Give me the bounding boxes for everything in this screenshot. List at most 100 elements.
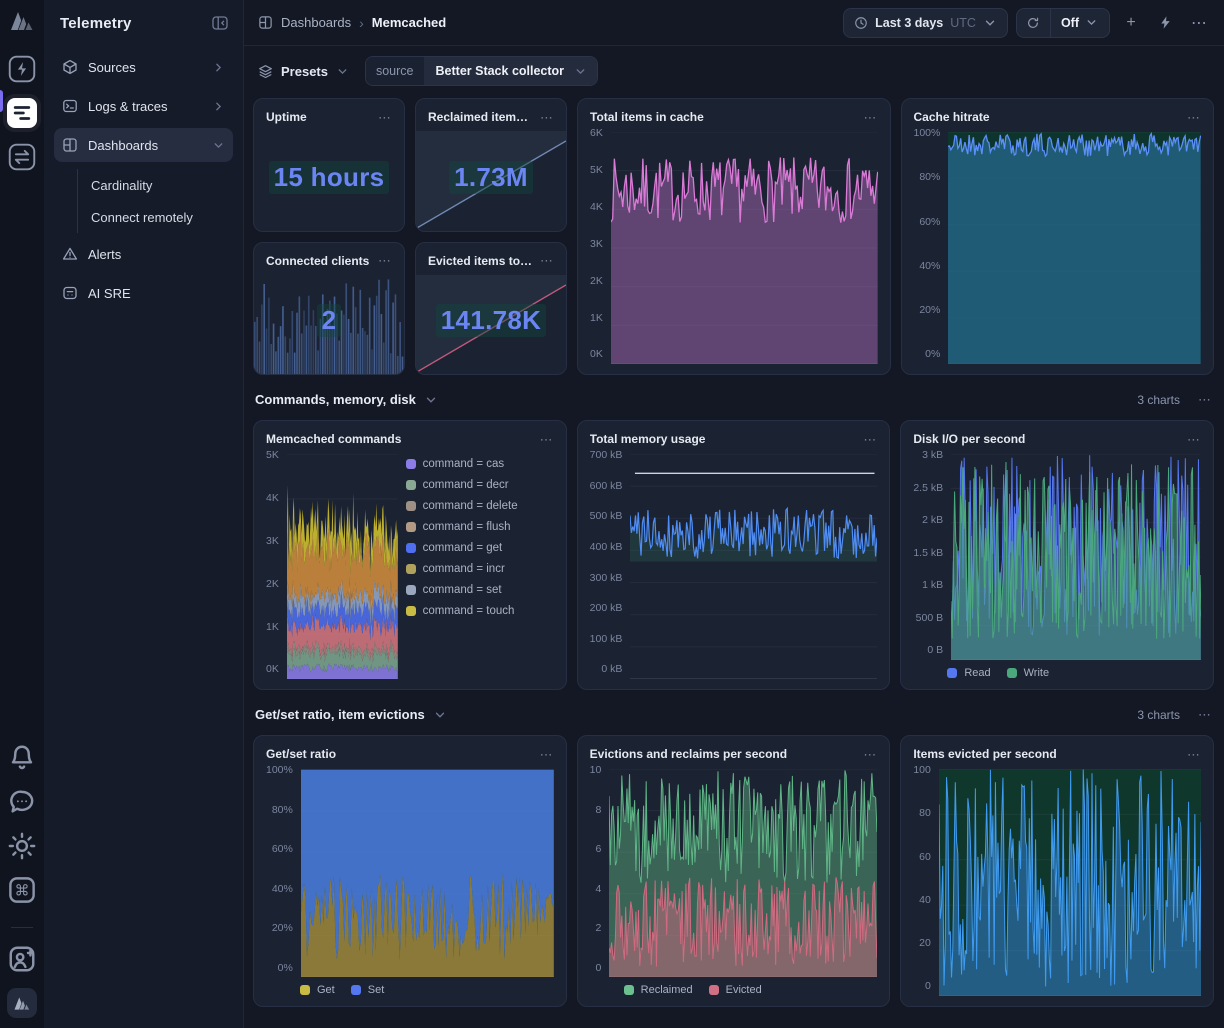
stat-value: 2 [317, 304, 342, 337]
y-tick-label: 80% [272, 805, 293, 816]
stat-value: 1.73M [449, 161, 533, 194]
chart-plot[interactable] [611, 132, 878, 364]
sidebar-item-cardinality[interactable]: Cardinality [78, 169, 233, 201]
more-options-button[interactable]: ⋯ [1186, 10, 1212, 36]
card-menu-button[interactable]: ⋯ [540, 433, 554, 446]
chart-card-memory-usage: Total memory usage⋯ 700 kB600 kB500 kB40… [577, 420, 891, 690]
section-menu-button[interactable]: ⋯ [1198, 708, 1212, 721]
flow-product-icon[interactable] [7, 142, 37, 172]
uptime-product-icon[interactable] [7, 54, 37, 84]
presets-dropdown[interactable]: Presets [258, 64, 349, 79]
notifications-bell-icon[interactable] [7, 743, 37, 773]
legend-swatch [947, 668, 957, 678]
collapse-sidebar-icon[interactable] [211, 14, 229, 32]
legend-item[interactable]: Evicted [709, 984, 762, 996]
chart-plot[interactable] [939, 769, 1201, 996]
sidebar-item-sources[interactable]: Sources [54, 50, 233, 84]
legend-label: Evicted [726, 984, 762, 996]
chart-plot[interactable] [301, 769, 554, 977]
feedback-chat-icon[interactable] [7, 787, 37, 817]
source-filter[interactable]: source Better Stack collector [365, 56, 598, 86]
section-toggle[interactable]: Commands, memory, disk [255, 392, 438, 407]
chevron-down-icon [424, 393, 438, 407]
chart-plot[interactable] [948, 132, 1201, 364]
refresh-button[interactable] [1017, 9, 1051, 37]
chart-legend: command = cas command = decr command = del… [406, 454, 554, 679]
sidebar-title: Telemetry [60, 15, 132, 32]
legend-item[interactable]: Read [947, 667, 990, 679]
card-menu-button[interactable]: ⋯ [540, 748, 554, 761]
chart-plot[interactable] [630, 454, 877, 679]
app-root: ⌘ Telemetry Sources Logs & traces [0, 0, 1224, 1028]
card-menu-button[interactable]: ⋯ [1187, 111, 1201, 124]
legend-item[interactable]: command = get [406, 542, 554, 554]
chart-plot[interactable] [951, 454, 1201, 660]
legend-swatch [1007, 668, 1017, 678]
refresh-interval-dropdown[interactable]: Off [1051, 16, 1109, 30]
command-menu-icon[interactable]: ⌘ [7, 875, 37, 905]
y-axis: 100%80%60%40%20%0% [914, 128, 941, 360]
sidebar-item-dashboards[interactable]: Dashboards [54, 128, 233, 162]
legend-item[interactable]: Set [351, 984, 385, 996]
telemetry-product-icon[interactable] [7, 98, 37, 128]
chart-title: Total memory usage [590, 432, 706, 446]
y-tick-label: 80 [919, 808, 931, 819]
legend-item[interactable]: command = cas [406, 458, 554, 470]
card-menu-button[interactable]: ⋯ [863, 433, 877, 446]
card-menu-button[interactable]: ⋯ [864, 111, 878, 124]
card-menu-button[interactable]: ⋯ [378, 111, 392, 124]
topbar-actions: Last 3 days UTC Off + ⋯ [843, 8, 1212, 38]
legend-item[interactable]: command = touch [406, 605, 554, 617]
time-range-picker[interactable]: Last 3 days UTC [843, 8, 1008, 38]
dashboards-grid-icon [258, 15, 273, 30]
card-menu-button[interactable]: ⋯ [540, 254, 554, 267]
legend-item[interactable]: command = set [406, 584, 554, 596]
legend-label: Write [1024, 667, 1049, 679]
alert-triangle-icon [62, 246, 78, 262]
y-tick-label: 700 kB [590, 450, 623, 461]
chart-legend: Read Write [901, 660, 1213, 679]
breadcrumb-dashboards[interactable]: Dashboards [281, 15, 351, 30]
section-toggle[interactable]: Get/set ratio, item evictions [255, 707, 447, 722]
section-chart-count: 3 charts [1137, 393, 1180, 407]
legend-swatch [406, 480, 416, 490]
card-menu-button[interactable]: ⋯ [540, 111, 554, 124]
sidebar-item-label: Logs & traces [88, 99, 202, 114]
legend-label: Get [317, 984, 335, 996]
legend-swatch [406, 543, 416, 553]
card-menu-button[interactable]: ⋯ [863, 748, 877, 761]
y-tick-label: 0 kB [601, 664, 622, 675]
chevron-right-icon [212, 61, 225, 74]
quick-actions-bolt-icon[interactable] [1152, 10, 1178, 36]
y-tick-label: 6 [596, 844, 602, 855]
ai-sre-icon [62, 285, 78, 301]
card-menu-button[interactable]: ⋯ [378, 254, 392, 267]
card-menu-button[interactable]: ⋯ [1187, 433, 1201, 446]
legend-item[interactable]: Write [1007, 667, 1049, 679]
sidebar-item-ai-sre[interactable]: AI SRE [54, 276, 233, 310]
theme-sun-icon[interactable] [7, 831, 37, 861]
legend-swatch [406, 606, 416, 616]
y-tick-label: 0K [266, 664, 279, 675]
section-menu-button[interactable]: ⋯ [1198, 393, 1212, 406]
stat-title: Uptime [266, 110, 307, 124]
sidebar-item-connect-remotely[interactable]: Connect remotely [78, 201, 233, 233]
sidebar-item-alerts[interactable]: Alerts [54, 237, 233, 271]
legend-item[interactable]: Reclaimed [624, 984, 693, 996]
chevron-down-icon [336, 65, 349, 78]
add-chart-button[interactable]: + [1118, 10, 1144, 36]
legend-item[interactable]: command = incr [406, 563, 554, 575]
chart-card-evictions-reclaims: Evictions and reclaims per second⋯ 10864… [577, 735, 891, 1007]
chart-plot[interactable] [287, 454, 398, 679]
legend-item[interactable]: Get [300, 984, 335, 996]
legend-item[interactable]: command = decr [406, 479, 554, 491]
chart-plot[interactable] [609, 769, 877, 977]
sidebar-item-logs-traces[interactable]: Logs & traces [54, 89, 233, 123]
legend-item[interactable]: command = delete [406, 500, 554, 512]
workspace-avatar[interactable] [7, 988, 37, 1018]
legend-item[interactable]: command = flush [406, 521, 554, 533]
invite-user-icon[interactable] [7, 944, 37, 974]
legend-label: Reclaimed [641, 984, 693, 996]
card-menu-button[interactable]: ⋯ [1187, 748, 1201, 761]
presets-label: Presets [281, 64, 328, 79]
